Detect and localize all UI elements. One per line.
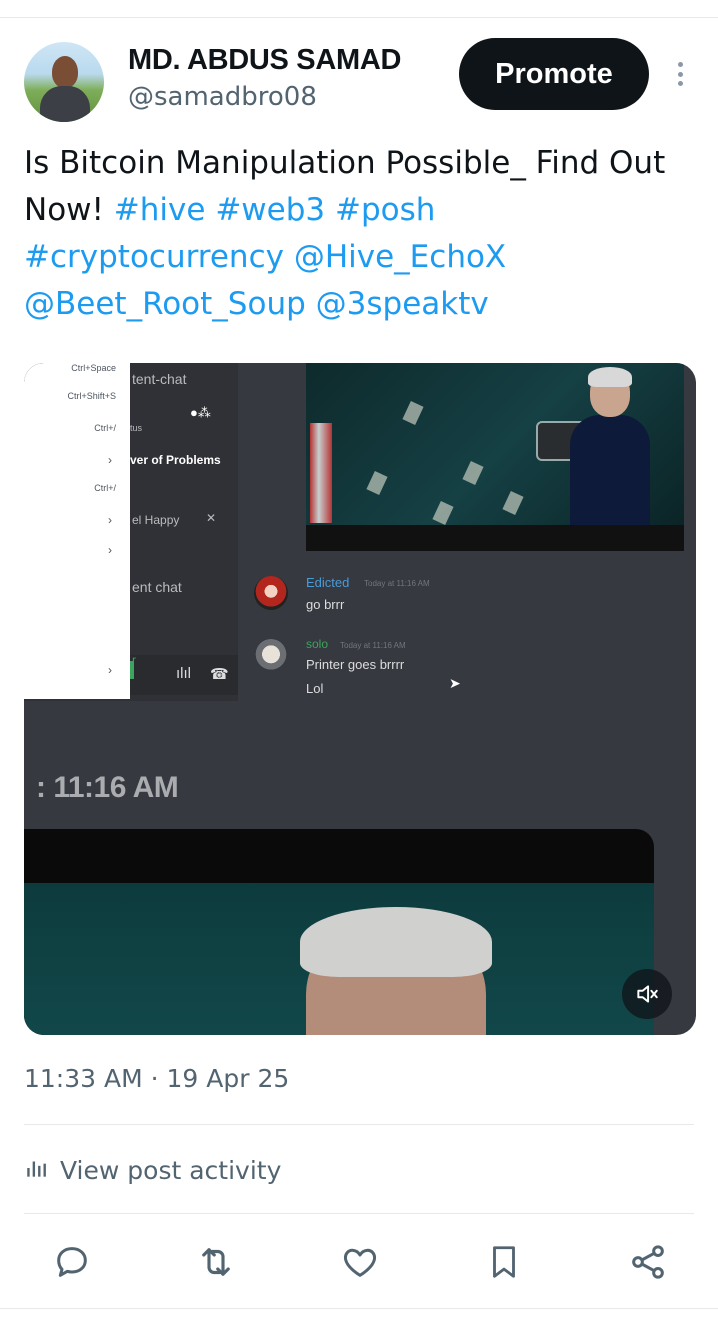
message-avatar bbox=[254, 576, 288, 610]
message-author: Edicted bbox=[306, 575, 350, 590]
view-post-activity-link[interactable]: View post activity bbox=[24, 1150, 281, 1190]
message-time: Today at 11:16 AM bbox=[340, 641, 406, 650]
money-bill bbox=[462, 460, 484, 486]
hashtag-cryptocurrency[interactable]: #cryptocurrency bbox=[24, 239, 284, 275]
channel-label: tus bbox=[130, 423, 143, 433]
menu-shortcut: Ctrl+/ bbox=[94, 423, 116, 433]
bookmark-icon[interactable] bbox=[482, 1240, 526, 1284]
volume-muted-icon[interactable] bbox=[622, 969, 672, 1019]
hashtag-web3[interactable]: #web3 bbox=[215, 192, 325, 228]
money-bill bbox=[432, 500, 454, 526]
money-bill bbox=[502, 490, 524, 516]
menu-shortcut: Ctrl+Space bbox=[71, 363, 116, 373]
action-bar bbox=[0, 1240, 718, 1286]
mention-3speaktv[interactable]: @3speaktv bbox=[316, 286, 489, 322]
divider bbox=[24, 1124, 694, 1125]
divider bbox=[24, 1213, 694, 1214]
video-time-overlay: : 11:16 AM bbox=[36, 771, 179, 804]
video-player[interactable]: tent-chat tus ver of Problems el Happy e… bbox=[24, 363, 696, 1035]
message-text: Printer goes brrrr bbox=[306, 657, 405, 672]
voice-bar: r ılıl ☎ bbox=[130, 653, 238, 695]
post-timestamp[interactable]: 11:33 AM · 19 Apr 25 bbox=[24, 1064, 289, 1093]
mention-beet-root-soup[interactable]: @Beet_Root_Soup bbox=[24, 286, 306, 322]
message-text: go brrr bbox=[306, 597, 345, 612]
hangup-icon: ☎ bbox=[210, 666, 229, 683]
mic-off-icon: ✕ bbox=[206, 511, 217, 525]
chevron-right-icon: › bbox=[108, 513, 112, 527]
channel-label: el Happy bbox=[132, 513, 180, 527]
zoomed-frame bbox=[24, 829, 654, 1035]
person-shape bbox=[564, 367, 654, 525]
reply-icon[interactable] bbox=[50, 1240, 94, 1284]
waveform-icon: ılıl bbox=[176, 665, 191, 682]
channel-label: tent-chat bbox=[132, 371, 187, 387]
author-display-name[interactable]: MD. ABDUS SAMAD bbox=[128, 44, 401, 77]
channel-label: ent chat bbox=[132, 579, 182, 595]
chat-icon: ●⁂ bbox=[190, 405, 211, 420]
meme-image bbox=[306, 363, 684, 551]
avatar-head bbox=[52, 56, 78, 88]
avatar-body bbox=[40, 86, 90, 122]
top-divider bbox=[0, 17, 718, 18]
menu-shortcut: Ctrl+/ bbox=[94, 483, 116, 493]
image-bottom-bar bbox=[306, 525, 684, 551]
avatar[interactable] bbox=[24, 42, 104, 122]
activity-label: View post activity bbox=[60, 1155, 282, 1185]
hashtag-posh[interactable]: #posh bbox=[335, 192, 435, 228]
heart-icon[interactable] bbox=[338, 1240, 382, 1284]
chevron-right-icon: › bbox=[108, 543, 112, 557]
flag-shape bbox=[310, 423, 332, 523]
hashtag-hive[interactable]: #hive bbox=[114, 192, 206, 228]
menu-shortcut: Ctrl+Shift+S bbox=[67, 391, 116, 401]
share-icon[interactable] bbox=[626, 1240, 670, 1284]
channel-label: r bbox=[132, 653, 136, 667]
chevron-right-icon: › bbox=[108, 453, 112, 467]
post-text: Is Bitcoin Manipulation Possible_ Find O… bbox=[24, 140, 694, 328]
repost-icon[interactable] bbox=[194, 1240, 238, 1284]
message-text: Lol bbox=[306, 681, 324, 696]
cursor-icon: ➤ bbox=[449, 675, 461, 691]
message-author: solo bbox=[306, 637, 329, 651]
context-menu: Ctrl+Space Ctrl+Shift+S Ctrl+/ › Ctrl+/ … bbox=[24, 363, 130, 699]
money-bill bbox=[402, 400, 424, 426]
message-time: Today at 11:16 AM bbox=[364, 579, 430, 588]
bottom-divider bbox=[0, 1308, 718, 1309]
bar-chart-icon bbox=[24, 1155, 50, 1186]
promote-button[interactable]: Promote bbox=[459, 38, 649, 110]
channel-label: ver of Problems bbox=[130, 453, 221, 467]
more-vertical-icon[interactable] bbox=[670, 56, 690, 92]
message-avatar bbox=[254, 639, 288, 673]
mention-hive-echox[interactable]: @Hive_EchoX bbox=[294, 239, 506, 275]
money-bill bbox=[366, 470, 388, 496]
author-handle[interactable]: @samadbro08 bbox=[128, 82, 317, 112]
chevron-right-icon: › bbox=[108, 663, 112, 677]
